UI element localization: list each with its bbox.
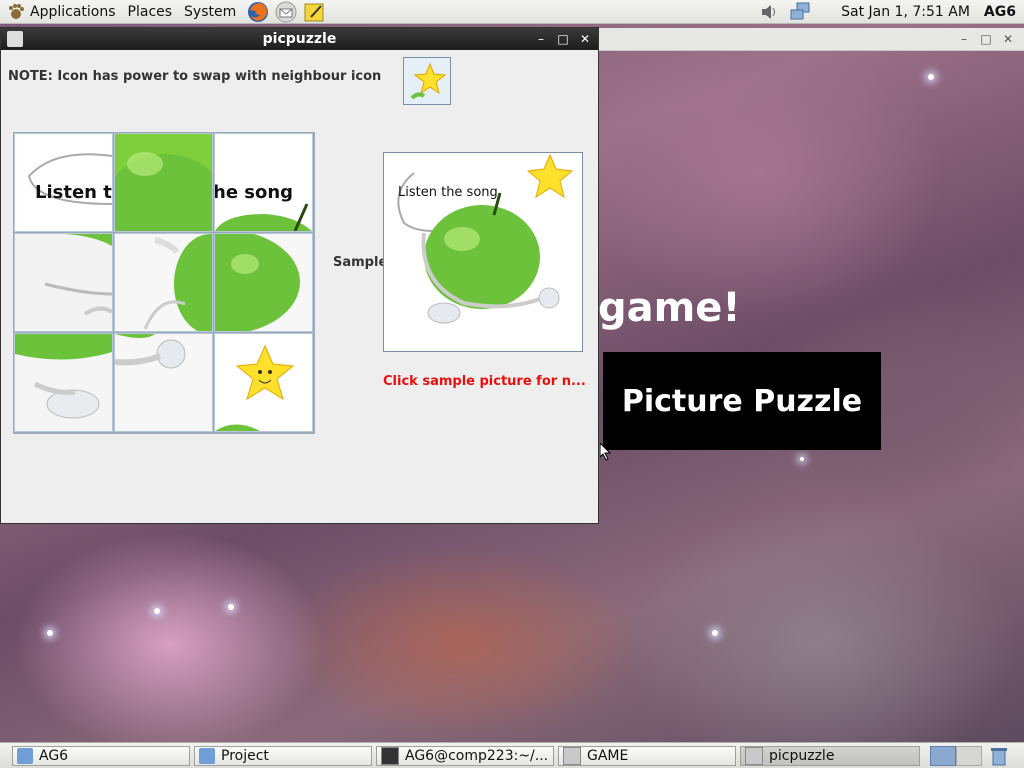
top-panel: Applications Places System Sat Jan 1, 7:… <box>0 0 1024 24</box>
folder-icon <box>199 747 215 764</box>
taskbar-item-label: Project <box>221 747 269 764</box>
tile-text: Listen th <box>35 182 112 203</box>
window-titlebar[interactable]: picpuzzle – □ ✕ <box>1 28 598 50</box>
puzzle-tile[interactable] <box>114 133 213 232</box>
taskbar-item-ag6[interactable]: AG6 <box>12 745 190 766</box>
sample-apple-image: Listen the song <box>384 153 582 351</box>
terminal-icon <box>381 746 399 765</box>
firefox-icon <box>248 1 269 22</box>
star-decoration <box>712 630 718 636</box>
background-window-titlebar: – □ ✕ <box>598 28 1024 51</box>
notes-icon <box>304 3 324 21</box>
star-decoration <box>800 457 804 461</box>
trash-icon[interactable] <box>990 746 1008 766</box>
mouse-cursor-icon <box>600 443 612 461</box>
places-menu-label: Places <box>127 3 173 20</box>
taskbar-item-game[interactable]: GAME <box>558 745 736 766</box>
puzzle-tile[interactable] <box>214 333 313 432</box>
workspace-2[interactable] <box>956 745 982 766</box>
taskbar-item-picpuzzle[interactable]: picpuzzle <box>740 745 920 766</box>
folder-home-icon <box>17 747 33 764</box>
mail-launcher[interactable] <box>274 0 298 24</box>
applications-menu-label: Applications <box>30 3 116 20</box>
notes-launcher[interactable] <box>302 0 326 24</box>
puzzle-tile[interactable] <box>114 333 213 432</box>
picpuzzle-window: picpuzzle – □ ✕ NOTE: Icon has power to … <box>0 27 599 524</box>
system-menu[interactable]: System <box>178 0 242 24</box>
taskbar-item-terminal[interactable]: AG6@comp223:~/... <box>376 745 554 766</box>
mail-icon <box>275 1 297 22</box>
puzzle-tile[interactable] <box>14 233 113 332</box>
minimize-icon[interactable]: – <box>533 31 549 47</box>
window-title: picpuzzle <box>262 31 337 47</box>
user-name[interactable]: AG6 <box>980 4 1024 20</box>
sample-text: Listen the song <box>398 185 498 200</box>
sample-hint: Click sample picture for n... <box>383 374 586 389</box>
puzzle-grid: Listen th he song <box>13 132 315 434</box>
close-icon[interactable]: ✕ <box>1000 31 1016 47</box>
star-thumbnail-icon <box>404 58 450 104</box>
system-menu-label: System <box>184 3 237 20</box>
taskbar-item-label: GAME <box>587 747 629 764</box>
note-label: NOTE: Icon has power to swap with neighb… <box>8 69 382 84</box>
applications-menu[interactable]: Applications <box>0 0 122 24</box>
star-decoration <box>228 604 234 610</box>
star-decoration <box>154 608 160 614</box>
workspace-1[interactable] <box>930 745 956 766</box>
clock[interactable]: Sat Jan 1, 7:51 AM <box>831 4 980 20</box>
maximize-icon[interactable]: □ <box>978 31 994 47</box>
game-heading: game! <box>598 285 741 331</box>
taskbar-item-project[interactable]: Project <box>194 745 372 766</box>
taskbar-item-label: AG6 <box>39 747 69 764</box>
puzzle-tile[interactable]: Listen th <box>14 133 113 232</box>
network-icon[interactable] <box>789 2 813 22</box>
panel-status-area: Sat Jan 1, 7:51 AM AG6 <box>759 0 1024 24</box>
tile-text: he song <box>215 182 293 203</box>
picture-puzzle-banner[interactable]: Picture Puzzle <box>603 352 881 450</box>
sample-picture[interactable]: Listen the song <box>383 152 583 352</box>
puzzle-tile[interactable] <box>214 233 313 332</box>
volume-icon[interactable] <box>759 2 781 22</box>
star-decoration <box>47 630 53 636</box>
star-decoration <box>928 74 934 80</box>
places-menu[interactable]: Places <box>122 0 179 24</box>
firefox-launcher[interactable] <box>246 0 270 24</box>
sample-label: Sample <box>333 255 388 270</box>
puzzle-tile[interactable] <box>114 233 213 332</box>
taskbar-item-label: AG6@comp223:~/... <box>405 747 549 764</box>
foot-logo-icon <box>9 3 24 19</box>
workspace-switcher[interactable] <box>930 745 982 766</box>
close-icon[interactable]: ✕ <box>577 31 593 47</box>
taskbar: AG6 Project AG6@comp223:~/... GAME picpu… <box>0 742 1024 768</box>
maximize-icon[interactable]: □ <box>555 31 571 47</box>
java-icon <box>563 746 581 765</box>
puzzle-tile[interactable]: he song <box>214 133 313 232</box>
star-thumbnail-button[interactable] <box>403 57 451 105</box>
java-icon <box>745 746 763 765</box>
puzzle-tile[interactable] <box>14 333 113 432</box>
taskbar-item-label: picpuzzle <box>769 747 835 764</box>
minimize-icon[interactable]: – <box>956 31 972 47</box>
java-app-icon[interactable] <box>7 31 23 47</box>
